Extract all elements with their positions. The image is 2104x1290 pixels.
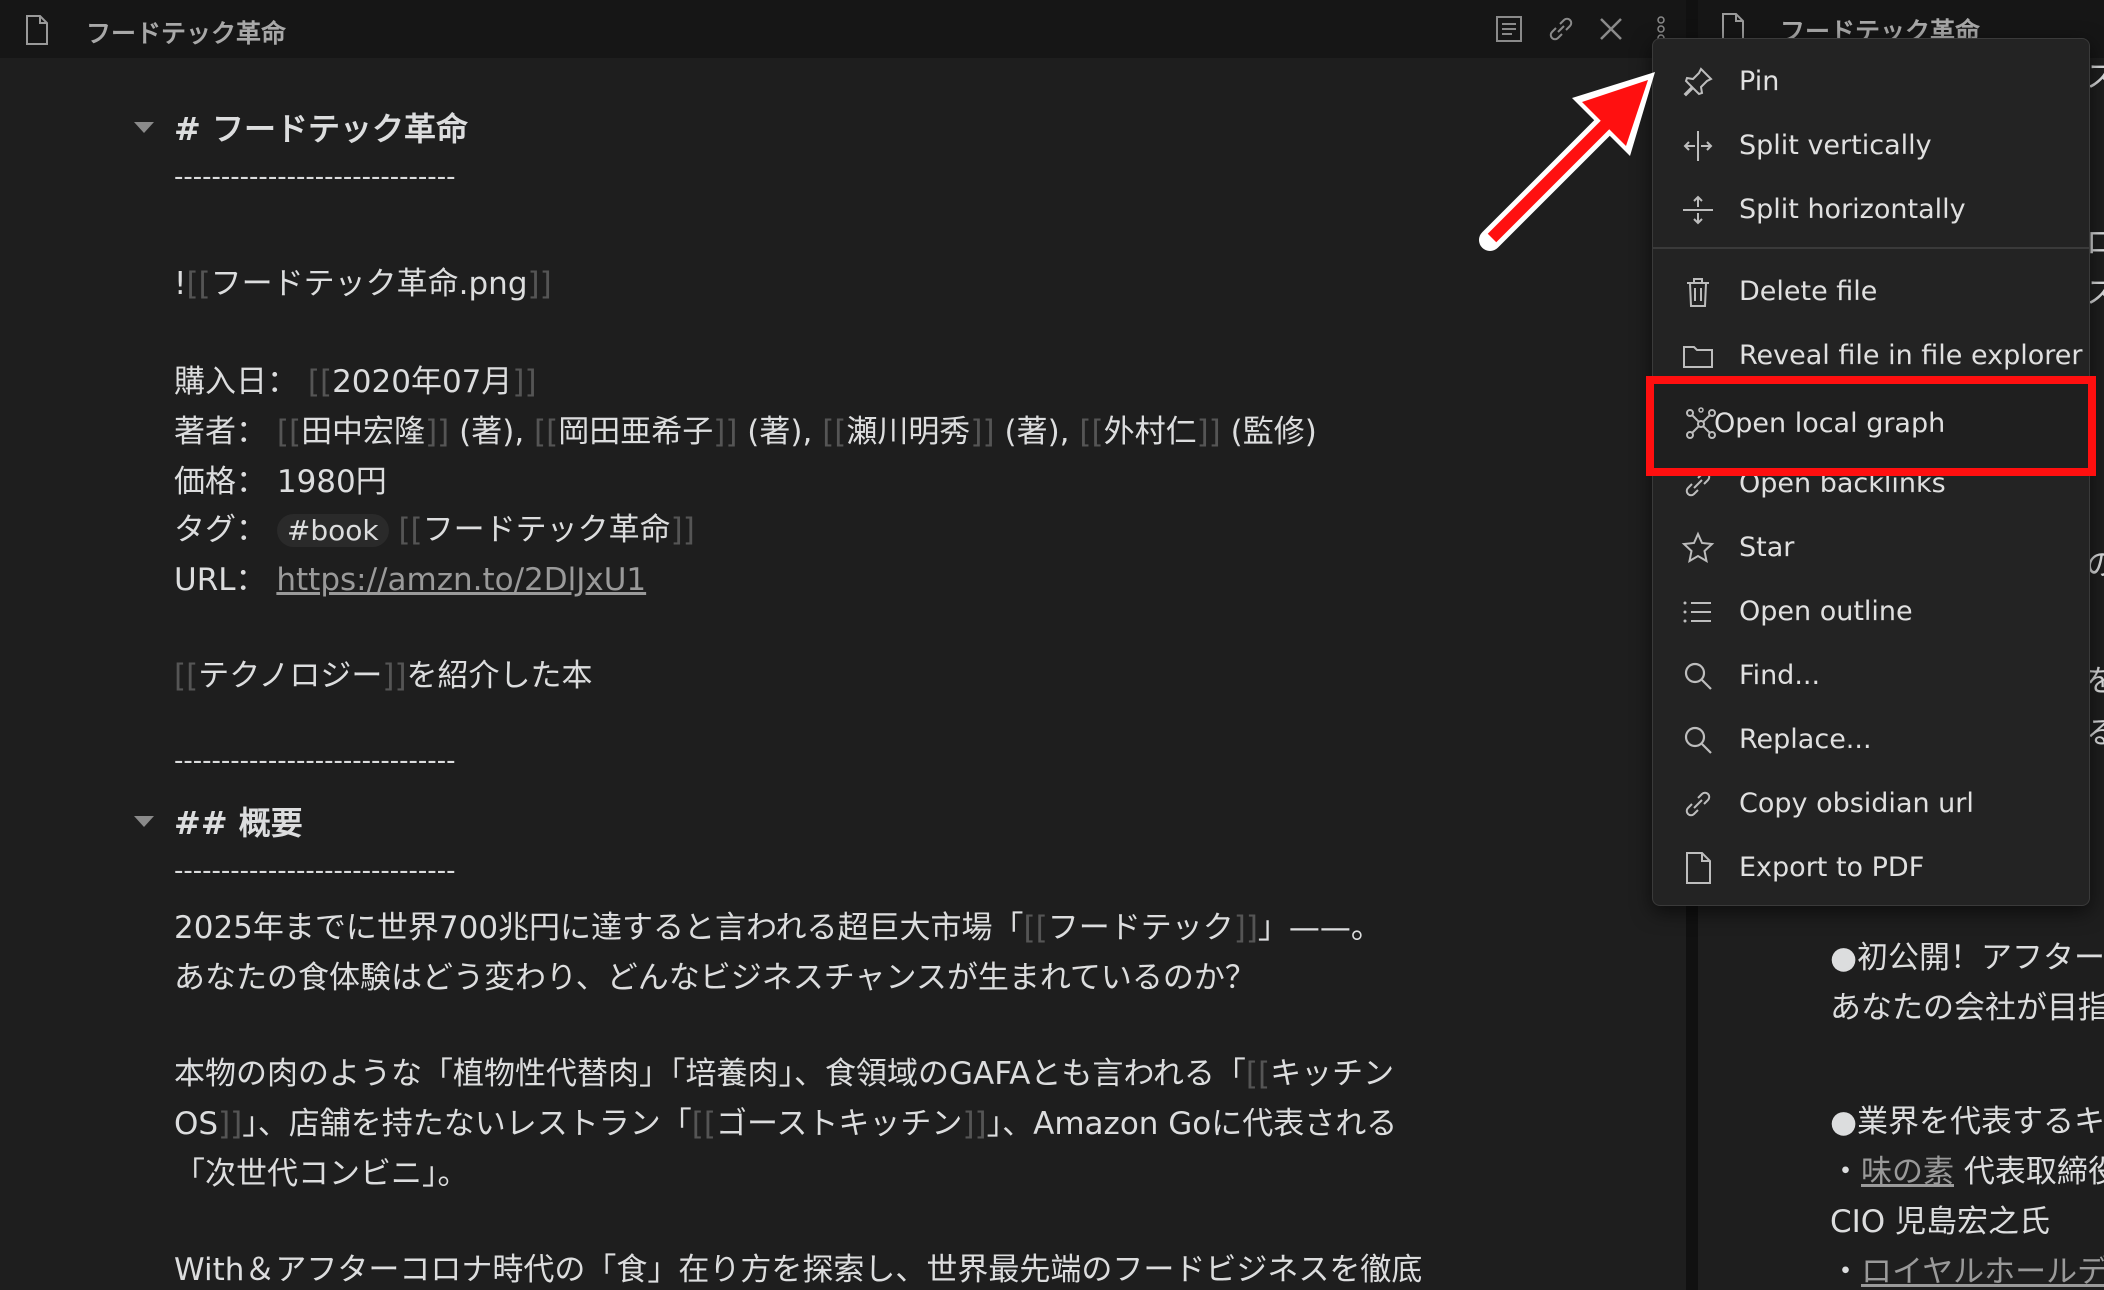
kitchen-os-link[interactable]: キッチン: [1270, 1056, 1394, 1092]
author-link[interactable]: 岡田亜希子: [558, 414, 713, 450]
author-link[interactable]: 瀬川明秀: [846, 414, 970, 450]
menu-item-split-horizontally[interactable]: Split horizontally: [1653, 179, 2089, 241]
royal-holdings-link[interactable]: ロイヤルホールデ: [1861, 1254, 2104, 1290]
author-link[interactable]: 田中宏隆: [301, 414, 425, 450]
link-pane-icon[interactable]: [1544, 12, 1578, 46]
menu-item-delete-file[interactable]: Delete file: [1653, 261, 2089, 323]
menu-item-split-vertically[interactable]: Split vertically: [1653, 115, 2089, 177]
tech-link[interactable]: テクノロジー: [198, 658, 382, 694]
search-icon: [1681, 659, 1715, 693]
price-line: 価格： 1980円: [174, 464, 387, 500]
right-pane-line: ・味の素 代表取締役: [1830, 1154, 2104, 1190]
search-icon: [1681, 723, 1715, 757]
star-icon: [1681, 531, 1715, 565]
paragraph-line: OS]]」、店舗を持たないレストラン「[[ゴーストキッチン]]」、Amazon …: [174, 1106, 1398, 1142]
folder-icon: [1681, 339, 1715, 373]
preview-mode-icon[interactable]: [1492, 12, 1526, 46]
menu-item-find[interactable]: Find...: [1653, 645, 2089, 707]
author-link[interactable]: 外村仁: [1104, 414, 1197, 450]
menu-separator: [1653, 247, 2089, 249]
tag-line: タグ： #book [[フードテック革命]]: [174, 512, 695, 548]
split-vertical-icon: [1681, 129, 1715, 163]
heading-2: ## 概要: [174, 804, 303, 842]
tag-link[interactable]: フードテック革命: [423, 512, 671, 548]
annotation-arrow: [1479, 72, 1655, 251]
fold-arrow-icon[interactable]: [134, 122, 154, 133]
graph-icon: [1684, 407, 1718, 441]
paragraph-line: 本物の肉のような「植物性代替肉」「培養肉」、食領域のGAFAとも言われる「[[キ…: [174, 1056, 1395, 1092]
url-line: URL： https://amzn.to/2DlJxU1: [174, 562, 647, 598]
paragraph-line: あなたの食体験はどう変わり、どんなビジネスチャンスが生まれているのか？: [174, 960, 1256, 996]
split-horizontal-icon: [1681, 193, 1715, 227]
tech-line: [[テクノロジー]]を紹介した本: [174, 658, 593, 694]
heading-1: # フードテック革命: [174, 110, 468, 148]
menu-item-open-local-graph[interactable]: Open local graph: [1652, 384, 2086, 468]
right-pane-line: ●初公開！アフター: [1830, 940, 2104, 976]
link-icon: [1681, 787, 1715, 821]
right-pane-line: ●業界を代表するキ: [1830, 1104, 2104, 1140]
paragraph-line: 2025年までに世界700兆円に達すると言われる超巨大市場「[[フードテック]]…: [174, 910, 1382, 946]
horizontal-rule: ------------------------------: [174, 746, 456, 776]
purchase-date-line: 購入日： [[2020年07月]]: [174, 364, 537, 400]
purchase-date-link[interactable]: 2020年07月: [332, 364, 512, 400]
menu-item-open-outline[interactable]: Open outline: [1653, 581, 2089, 643]
pane-title: フードテック革命: [86, 19, 287, 48]
fold-arrow-icon[interactable]: [134, 816, 154, 827]
menu-item-star[interactable]: Star: [1653, 517, 2089, 579]
author-line: 著者： [[田中宏隆]] (著), [[岡田亜希子]] (著), [[瀬川明秀]…: [174, 414, 1317, 450]
tag-book[interactable]: #book: [276, 514, 389, 547]
file-icon: [24, 14, 50, 50]
menu-item-export-pdf[interactable]: Export to PDF: [1653, 837, 2089, 899]
pane-header: フードテック革命: [0, 0, 1686, 58]
paragraph-line: 「次世代コンビニ」。: [174, 1156, 469, 1192]
kitchen-os-link[interactable]: OS: [174, 1106, 218, 1142]
pin-icon: [1681, 65, 1715, 99]
horizontal-rule: ------------------------------: [174, 162, 456, 192]
trash-icon: [1681, 275, 1715, 309]
highlight-box: Open local graph: [1646, 376, 2096, 476]
close-icon[interactable]: [1594, 12, 1628, 46]
right-pane-line: ・ロイヤルホールデ: [1830, 1246, 2104, 1290]
menu-item-copy-obsidian-url[interactable]: Copy obsidian url: [1653, 773, 2089, 835]
url-link[interactable]: https://amzn.to/2DlJxU1: [276, 562, 646, 598]
menu-item-replace[interactable]: Replace...: [1653, 709, 2089, 771]
foodtech-link[interactable]: フードテック: [1048, 910, 1234, 946]
ghost-kitchen-link[interactable]: ゴーストキッチン: [716, 1106, 962, 1142]
list-icon: [1681, 595, 1715, 629]
menu-item-pin[interactable]: Pin: [1653, 51, 2089, 113]
file-icon: [1681, 851, 1715, 885]
right-pane-line: あなたの会社が目指: [1830, 990, 2104, 1026]
ajinomoto-link[interactable]: 味の素: [1861, 1154, 1954, 1190]
image-embed[interactable]: ![[フードテック革命.png]]: [174, 258, 552, 303]
editor-content[interactable]: # フードテック革命 -----------------------------…: [0, 58, 1686, 1290]
editor-pane: フードテック革命 # フードテック革命 --------------------…: [0, 0, 1686, 1290]
right-pane-line: CIO 児島宏之氏: [1830, 1204, 2051, 1240]
paragraph-line: With＆アフターコロナ時代の「食」在り方を探索し、世界最先端のフードビジネスを…: [174, 1252, 1423, 1288]
horizontal-rule: ------------------------------: [174, 856, 456, 886]
